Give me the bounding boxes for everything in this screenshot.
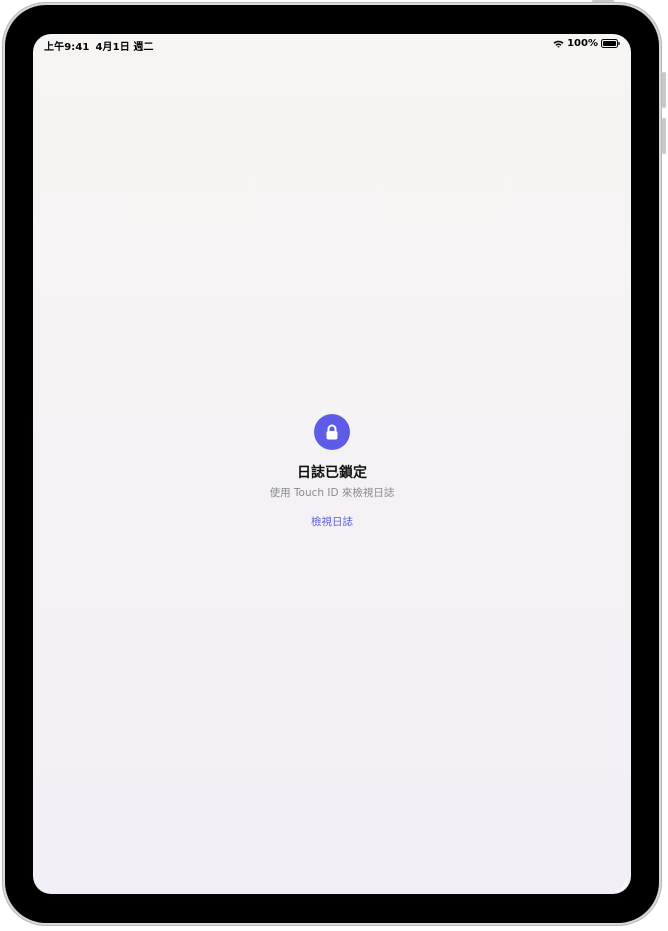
wifi-icon bbox=[553, 40, 564, 48]
volume-up-button bbox=[662, 72, 666, 108]
locked-subtitle: 使用 Touch ID 來檢視日誌 bbox=[269, 487, 395, 499]
status-bar: 上午9:41 4月1日 週二 100% bbox=[33, 34, 631, 54]
ipad-device: 上午9:41 4月1日 週二 100% 日誌已鎖定 使用 Touch ID 來檢… bbox=[0, 0, 668, 931]
screen: 上午9:41 4月1日 週二 100% 日誌已鎖定 使用 Touch ID 來檢… bbox=[33, 34, 631, 894]
status-indicators: 100% bbox=[553, 38, 620, 49]
status-time: 上午9:41 bbox=[44, 42, 90, 53]
battery-full-icon bbox=[601, 39, 620, 48]
journal-locked-panel: 日誌已鎖定 使用 Touch ID 來檢視日誌 檢視日誌 bbox=[33, 414, 631, 529]
corner-curve-icon bbox=[613, 878, 629, 894]
status-date: 4月1日 週二 bbox=[95, 42, 154, 53]
lock-icon bbox=[314, 414, 350, 450]
status-time-date: 上午9:41 4月1日 週二 bbox=[44, 38, 160, 53]
view-journal-button[interactable]: 檢視日誌 bbox=[311, 514, 353, 529]
battery-percent: 100% bbox=[567, 38, 598, 49]
volume-down-button bbox=[662, 118, 666, 154]
locked-title: 日誌已鎖定 bbox=[297, 465, 367, 481]
